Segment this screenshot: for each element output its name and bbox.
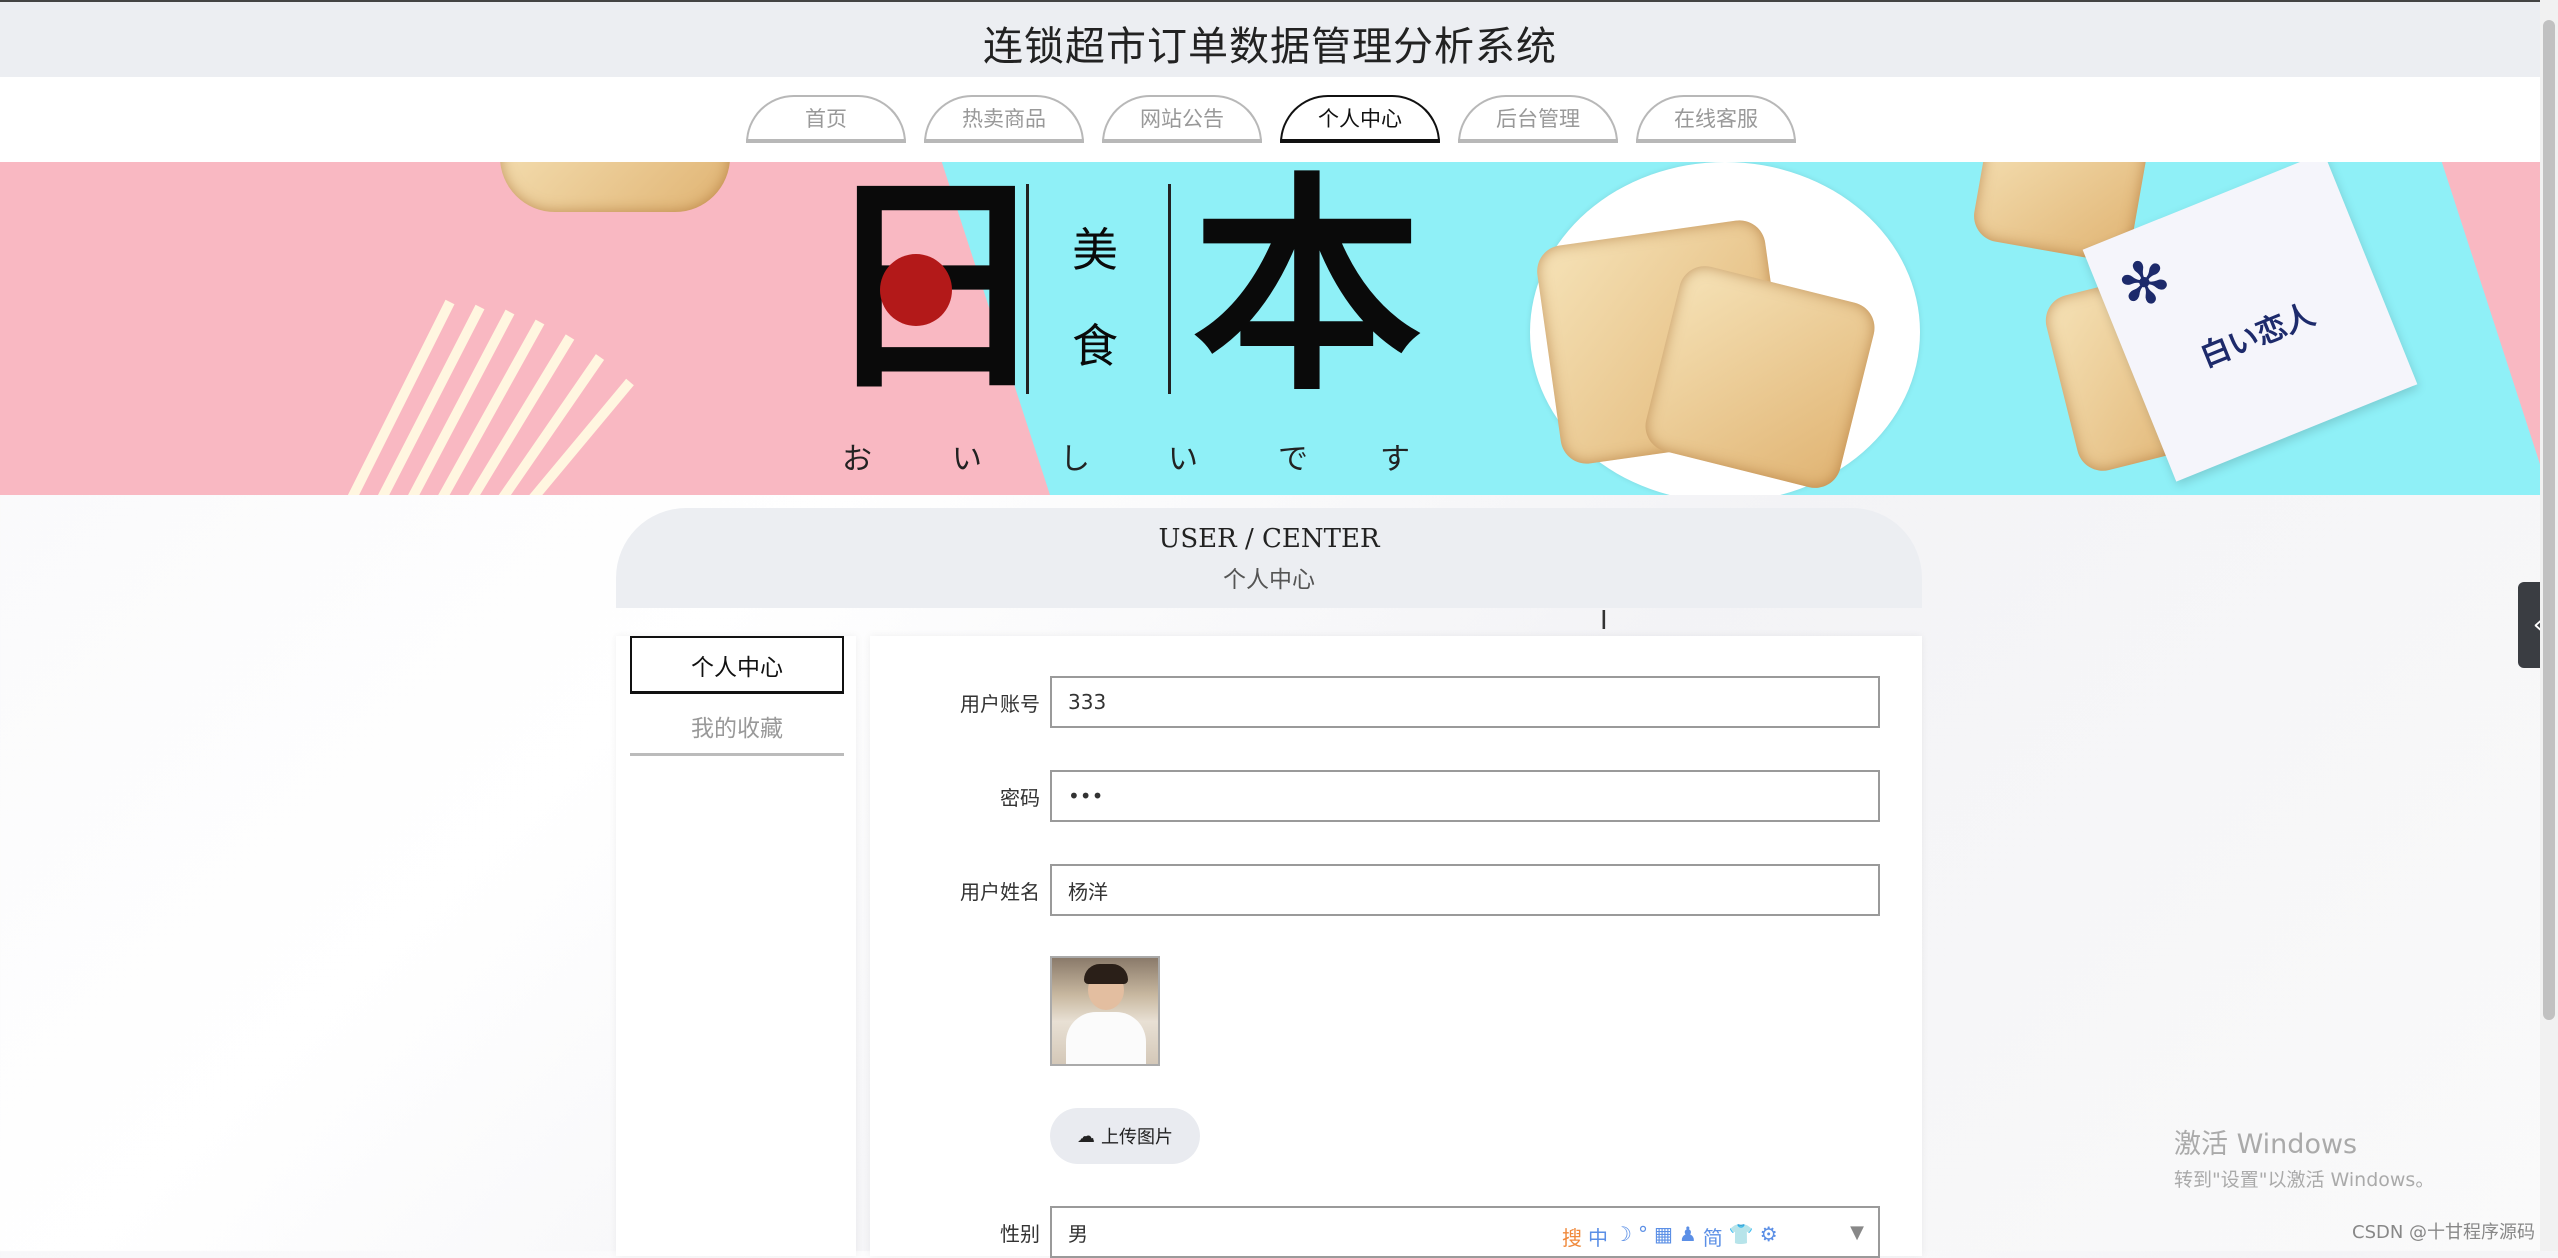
banner-kana-5: で	[1278, 442, 1308, 477]
nav-tab-admin[interactable]: 后台管理	[1458, 95, 1618, 143]
site-header: 连锁超市订单数据管理分析系统	[0, 0, 2540, 79]
section-title-en: USER / CENTER	[1158, 524, 1380, 554]
user-side-menu: 个人中心 我的收藏	[616, 636, 856, 1256]
banner-char-mei: 美	[1072, 223, 1118, 277]
section-title-cn: 个人中心	[1223, 567, 1315, 593]
ime-simplified-icon[interactable]: 简	[1703, 1222, 1723, 1251]
nav-tabs: 首页 热卖商品 网站公告 个人中心 后台管理 在线客服	[746, 95, 1796, 143]
banner-divider-1	[1026, 184, 1029, 394]
nav-tab-online-service[interactable]: 在线客服	[1636, 95, 1796, 143]
gender-value: 男	[1068, 1221, 1088, 1246]
section-header: USER / CENTER 个人中心	[616, 508, 1922, 608]
name-label: 用户姓名	[960, 880, 1040, 904]
ime-settings-icon[interactable]: ⚙	[1760, 1222, 1778, 1251]
page-scrollbar[interactable]	[2540, 0, 2558, 1251]
gender-select[interactable]: 男 搜 中 ☽ ° ▦ ♟ 简 👕 ⚙ ▼	[1050, 1206, 1880, 1258]
ime-chinese-icon[interactable]: 中	[1588, 1222, 1608, 1251]
banner-kana-3: し	[1060, 442, 1090, 477]
nav-tab-hot-products[interactable]: 热卖商品	[924, 95, 1084, 143]
red-sun-dot	[880, 254, 952, 326]
profile-form: 用户账号 密码 用户姓名 ☁ 上传图片 性别 男 搜 中 ☽ ° ▦ ♟ 简 👕…	[870, 636, 1922, 1258]
banner-kana-1: お	[842, 442, 872, 477]
banner-kana-2: い	[952, 442, 982, 477]
banner-char-ben: 本	[1192, 162, 1423, 422]
account-input[interactable]	[1050, 676, 1880, 728]
windows-activation-notice: 激活 Windows 转到"设置"以激活 Windows。	[2174, 1122, 2434, 1192]
avatar-figure-body	[1066, 1012, 1146, 1064]
ime-skin-icon[interactable]: 👕	[1729, 1222, 1754, 1251]
pastry-illustration	[500, 162, 730, 212]
ime-toolbar: 搜 中 ☽ ° ▦ ♟ 简 👕 ⚙	[1562, 1222, 1778, 1251]
avatar-figure-hair	[1084, 964, 1128, 984]
hero-banner: 日 美 食 本 お い し い で す ✻ 白い恋人	[0, 162, 2540, 495]
account-label: 用户账号	[960, 692, 1040, 716]
text-cursor-icon: I	[1600, 606, 1608, 636]
password-label: 密码	[1000, 786, 1040, 810]
banner-char-shi: 食	[1072, 319, 1118, 373]
nav-tab-announcements[interactable]: 网站公告	[1102, 95, 1262, 143]
password-input[interactable]	[1050, 770, 1880, 822]
ime-punct-icon[interactable]: °	[1638, 1222, 1648, 1251]
nav-tab-home[interactable]: 首页	[746, 95, 906, 143]
activation-subtitle: 转到"设置"以激活 Windows。	[2174, 1169, 2435, 1191]
banner-kana-6: す	[1380, 442, 1410, 477]
avatar-preview[interactable]	[1050, 956, 1160, 1066]
nav-tab-user-center[interactable]: 个人中心	[1280, 95, 1440, 143]
name-input[interactable]	[1050, 864, 1880, 916]
banner-kana-4: い	[1168, 442, 1198, 477]
gender-label: 性别	[1000, 1222, 1040, 1246]
side-item-user-center[interactable]: 个人中心	[630, 636, 844, 694]
cloud-upload-icon: ☁	[1077, 1125, 1095, 1146]
main-nav: 首页 热卖商品 网站公告 个人中心 后台管理 在线客服	[0, 77, 2540, 162]
scrollbar-thumb[interactable]	[2543, 20, 2555, 1020]
banner-divider-2	[1168, 184, 1171, 394]
ime-user-icon[interactable]: ♟	[1679, 1222, 1697, 1251]
ime-moon-icon[interactable]: ☽	[1614, 1222, 1632, 1251]
ime-keyboard-icon[interactable]: ▦	[1654, 1222, 1673, 1251]
side-item-favorites[interactable]: 我的收藏	[630, 698, 844, 756]
upload-image-button[interactable]: ☁ 上传图片	[1050, 1108, 1200, 1164]
chevron-down-icon[interactable]: ▼	[1850, 1222, 1864, 1243]
activation-title: 激活 Windows	[2174, 1129, 2358, 1160]
site-title: 连锁超市订单数据管理分析系统	[983, 24, 1557, 70]
noodles-illustration	[347, 299, 634, 495]
csdn-watermark: CSDN @十甘程序源码	[2352, 1222, 2536, 1243]
ime-sogou-icon[interactable]: 搜	[1562, 1222, 1582, 1251]
upload-button-label: 上传图片	[1101, 1127, 1173, 1147]
